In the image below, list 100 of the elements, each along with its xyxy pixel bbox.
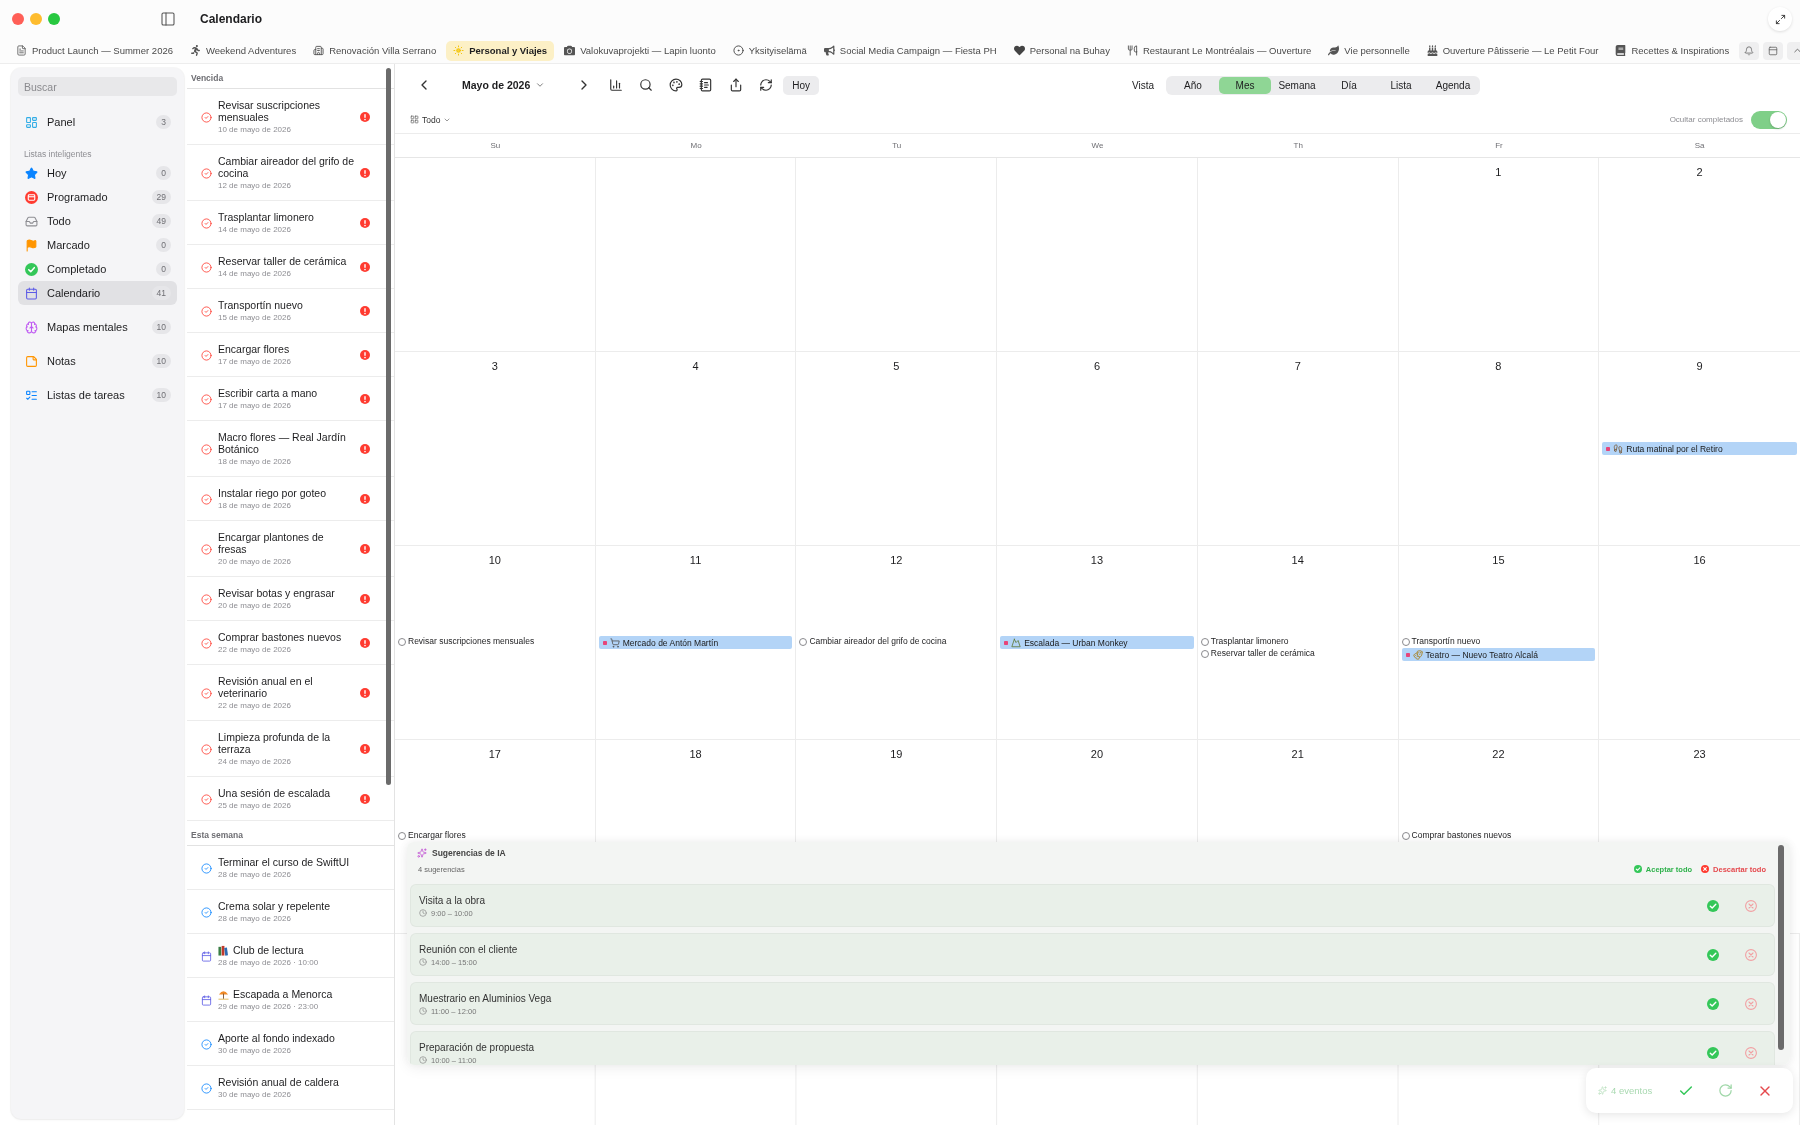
sidebar-item[interactable]: Completado 0 — [18, 257, 177, 281]
view-tab[interactable]: Semana — [1271, 76, 1323, 94]
dismiss-icon[interactable] — [1745, 948, 1757, 961]
alert-icon — [360, 218, 370, 228]
accept-icon[interactable] — [1707, 899, 1719, 912]
fullscreen-button[interactable] — [48, 13, 60, 25]
task-title[interactable]: Revisión anual en el veterinario — [218, 675, 354, 699]
view-tab[interactable]: Día — [1323, 76, 1375, 94]
marker-icon — [1405, 652, 1410, 657]
sidebar-item[interactable]: Programado 29 — [18, 185, 177, 209]
suggestion-title: Visita a la obra — [419, 893, 485, 907]
task-title[interactable]: Cambiar aireador del grifo de cocina — [218, 155, 354, 179]
task-title[interactable]: Reservar taller de cerámica — [218, 255, 347, 267]
sidebar-item[interactable]: Listas de tareas 10 — [18, 383, 177, 407]
share-icon[interactable] — [729, 78, 744, 92]
tab[interactable]: Valokuvaprojekti — Lapin luonto — [557, 40, 723, 61]
tab[interactable]: Product Launch — Summer 2026 — [9, 40, 180, 61]
task-title: Transportín nuevo — [1411, 636, 1481, 647]
layout-button[interactable] — [1763, 41, 1784, 60]
view-tab[interactable]: Agenda — [1427, 76, 1479, 94]
scroll-thumb[interactable] — [1778, 845, 1784, 1050]
refresh-icon[interactable] — [759, 78, 774, 92]
dismiss-icon[interactable] — [1745, 997, 1757, 1010]
view-tab[interactable]: Mes — [1219, 76, 1271, 94]
search-icon[interactable] — [639, 78, 654, 92]
sidebar-item[interactable]: Marcado 0 — [18, 233, 177, 257]
task-title[interactable]: Transportín nuevo — [218, 299, 303, 311]
tab[interactable]: Renovación Villa Serrano — [306, 40, 444, 61]
sidebar-item[interactable]: Hoy 0 — [18, 161, 177, 185]
tab[interactable]: Recettes & Inspirations — [1608, 40, 1737, 61]
task-title[interactable]: Instalar riego por goteo — [218, 487, 326, 499]
task-title[interactable]: Encargar plantones de fresas — [218, 531, 354, 555]
task-title[interactable]: Encargar flores — [218, 343, 290, 355]
sidebar-toggle-icon[interactable] — [160, 11, 176, 27]
tab[interactable]: Weekend Adventures — [183, 40, 304, 61]
item-count: 49 — [151, 214, 171, 228]
check-circle-icon — [25, 262, 38, 276]
task-title[interactable]: Terminar el curso de SwiftUI — [218, 856, 350, 868]
check-circle-icon — [1633, 865, 1642, 873]
tab[interactable]: Personal na Buhay — [1006, 40, 1117, 61]
filter-button[interactable]: Todo — [410, 114, 452, 125]
tab[interactable]: Vie personnelle — [1321, 40, 1417, 61]
search-field[interactable]: Buscar — [18, 77, 177, 96]
dismiss-icon[interactable] — [1745, 899, 1757, 912]
task-title[interactable]: Trasplantar limonero — [218, 211, 314, 223]
dashboard-icon — [25, 115, 38, 129]
tab[interactable]: Personal y Viajes — [446, 40, 555, 61]
accept-icon[interactable] — [1707, 1046, 1719, 1059]
task-title[interactable]: Escapada a Menorca — [233, 988, 333, 1000]
beach-umbrella-icon — [218, 988, 229, 1000]
tab[interactable]: Yksityiselämä — [725, 40, 814, 61]
accept-icon[interactable] — [1707, 997, 1719, 1010]
task-title[interactable]: Macro flores — Real Jardín Botánico — [218, 431, 354, 455]
today-button[interactable]: Hoy — [783, 75, 820, 95]
day-number: 21 — [1291, 747, 1304, 761]
task-title[interactable]: Limpieza profunda de la terraza — [218, 731, 354, 755]
calendar-event[interactable]: Ruta matinal por el Retiro — [1602, 442, 1797, 455]
calendar-event[interactable]: Escalada — Urban Monkey — [1000, 636, 1194, 649]
task-title[interactable]: Revisar suscripciones mensuales — [218, 99, 354, 123]
notebook-icon[interactable] — [699, 78, 714, 92]
task-title[interactable]: Club de lectura — [233, 944, 304, 956]
bar-chart-icon[interactable] — [609, 78, 624, 92]
day-number: 6 — [1093, 359, 1101, 373]
toggle-switch[interactable] — [1751, 110, 1787, 129]
task-title[interactable]: Comprar bastones nuevos — [218, 631, 342, 643]
view-tab[interactable]: Año — [1167, 76, 1219, 94]
notifications-button[interactable] — [1739, 41, 1760, 60]
task-title[interactable]: Crema solar y repelente — [218, 900, 331, 912]
minimize-button[interactable] — [30, 13, 42, 25]
task-title[interactable]: Revisión anual de caldera — [218, 1076, 339, 1088]
sidebar-item[interactable]: Mapas mentales 10 — [18, 315, 177, 339]
task-title[interactable]: Escribir carta a mano — [218, 387, 318, 399]
calendar-event[interactable]: Teatro — Nuevo Teatro Alcalá — [1401, 648, 1596, 661]
accept-icon[interactable] — [1707, 948, 1719, 961]
dismiss-icon[interactable] — [1745, 1046, 1757, 1059]
tab[interactable]: Social Media Campaign — Fiesta PH — [816, 40, 1004, 61]
suggestion-title: Muestrario en Aluminios Vega — [419, 991, 552, 1005]
task-title[interactable]: Aporte al fondo indexado — [218, 1032, 335, 1044]
tab[interactable]: Restaurant Le Montréalais — Ouverture — [1119, 40, 1319, 61]
view-tab[interactable]: Lista — [1375, 76, 1427, 94]
month-picker[interactable]: Mayo de 2026 — [462, 79, 546, 91]
task-title[interactable]: Una sesión de escalada — [218, 787, 331, 799]
scroll-thumb[interactable] — [386, 68, 391, 785]
sidebar-item[interactable]: Panel 3 — [18, 110, 177, 134]
task-title[interactable]: Revisar botas y engrasar — [218, 587, 335, 599]
sidebar-item[interactable]: Todo 49 — [18, 209, 177, 233]
calendar-event[interactable]: Mercado de Antón Martín — [598, 636, 793, 649]
close-button[interactable] — [12, 13, 24, 25]
day-number: 22 — [1492, 747, 1505, 761]
weekday-label: Th — [1293, 141, 1303, 150]
weekday-label: Fr — [1495, 141, 1503, 150]
sidebar-item[interactable]: Calendario 41 — [18, 281, 177, 305]
alert-icon — [360, 544, 370, 554]
tab[interactable]: Ouverture Pâtisserie — Le Petit Four — [1419, 40, 1606, 61]
task-date: 29 de mayo de 2026 · 23:00 — [218, 1001, 319, 1012]
item-count: 0 — [156, 238, 171, 252]
sidebar-item[interactable]: Notas 10 — [18, 349, 177, 373]
task-date: 14 de mayo de 2026 — [218, 224, 291, 235]
palette-icon[interactable] — [669, 78, 684, 92]
expand-button[interactable] — [1768, 7, 1792, 31]
